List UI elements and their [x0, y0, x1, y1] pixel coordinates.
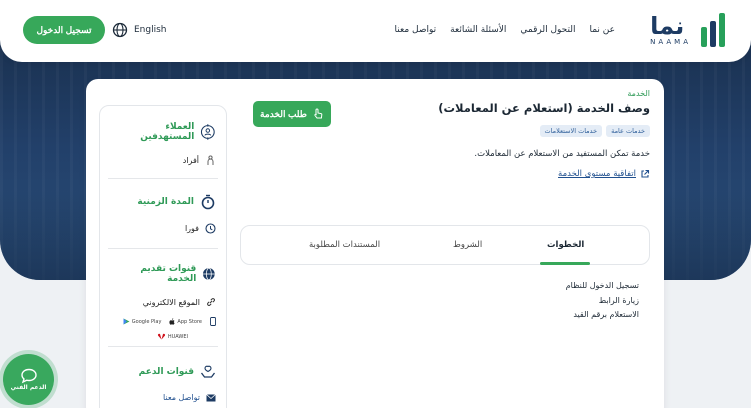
link-icon [207, 298, 215, 306]
logo-text-arabic: نما [650, 12, 685, 40]
google-play-icon [123, 318, 130, 325]
language-label: English [134, 25, 167, 35]
external-link-icon [641, 169, 650, 178]
language-switch[interactable]: English [112, 22, 167, 38]
duration-value: فورا [110, 223, 216, 234]
app-store-links: Google Play App Store [110, 317, 216, 326]
tag-inquiry-services: خدمات الاستعلامات [539, 125, 603, 137]
huawei-icon [157, 333, 165, 340]
hand-pointer-icon [314, 108, 323, 119]
apple-icon [169, 318, 176, 325]
main-nav: عن نما التحول الرقمي الأسئلة الشائعة توا… [395, 25, 615, 35]
service-card: الخدمة وصف الخدمة (استعلام عن المعاملات)… [86, 79, 664, 408]
channels-title: قنوات تقديم الخدمة [110, 264, 216, 284]
logo-text-english: NAAMA [650, 38, 691, 46]
tab-steps[interactable]: الخطوات [547, 240, 584, 250]
nav-about[interactable]: عن نما [589, 25, 615, 35]
envelope-icon [206, 393, 216, 401]
huawei-gallery-link[interactable]: HUAWEI [110, 333, 188, 340]
globe-icon [112, 22, 128, 38]
nav-contact[interactable]: تواصل معنا [395, 25, 437, 35]
app-store-link[interactable]: App Store [169, 317, 202, 326]
support-contact-link[interactable]: تواصل معنا [110, 393, 216, 402]
duration-title: المدة الزمنية [110, 194, 216, 210]
request-service-label: طلب الخدمة [260, 108, 307, 119]
people-icon [207, 155, 214, 165]
list-item: زيارة الرابط [598, 295, 639, 305]
steps-list: تسجيل الدخول للنظام زيارة الرابط الاستعل… [566, 279, 639, 323]
globe-icon [203, 267, 216, 281]
sla-link[interactable]: اتفاقية مستوى الخدمة [240, 169, 650, 179]
mobile-icon [210, 317, 216, 326]
service-description: خدمة تمكن المستفيد من الاستعلام عن المعا… [474, 149, 650, 159]
tab-documents[interactable]: المستندات المطلوبة [309, 240, 380, 250]
beneficiaries-value: أفراد [110, 155, 216, 166]
logo-mark-icon [697, 13, 727, 47]
list-item: الاستعلام برقم القيد [573, 310, 639, 319]
chat-bubble-icon [20, 368, 37, 384]
support-fab-label: الدعم الفني [10, 384, 47, 391]
target-icon [201, 124, 216, 140]
channel-website[interactable]: الموقع الالكتروني [110, 297, 216, 307]
support-hands-icon [200, 365, 216, 378]
active-tab-indicator [540, 262, 590, 265]
service-sidebar: العملاء المستهدفين أفراد المدة الزمنية ف… [99, 105, 227, 408]
nav-faq[interactable]: الأسئلة الشائعة [450, 25, 506, 35]
request-service-button[interactable]: طلب الخدمة [253, 101, 331, 127]
top-header: نما NAAMA عن نما التحول الرقمي الأسئلة ا… [0, 0, 751, 62]
clock-icon [205, 223, 216, 234]
tag-general-services: خدمات عامة [606, 125, 650, 137]
technical-support-button[interactable]: الدعم الفني [3, 354, 54, 405]
stopwatch-icon [201, 194, 215, 210]
support-title: قنوات الدعم [110, 364, 216, 380]
breadcrumb[interactable]: الخدمة [240, 89, 650, 98]
naama-logo[interactable]: نما NAAMA [627, 10, 727, 50]
tab-conditions[interactable]: الشروط [453, 240, 482, 250]
sla-label: اتفاقية مستوى الخدمة [558, 169, 636, 179]
list-item: تسجيل الدخول للنظام [565, 281, 639, 290]
beneficiaries-title: العملاء المستهدفين [110, 122, 216, 142]
login-button[interactable]: تسجيل الدخول [23, 16, 105, 44]
google-play-link[interactable]: Google Play [123, 317, 161, 326]
tabs-bar: الخطوات الشروط المستندات المطلوبة [240, 225, 650, 265]
nav-digital-transformation[interactable]: التحول الرقمي [520, 25, 575, 35]
